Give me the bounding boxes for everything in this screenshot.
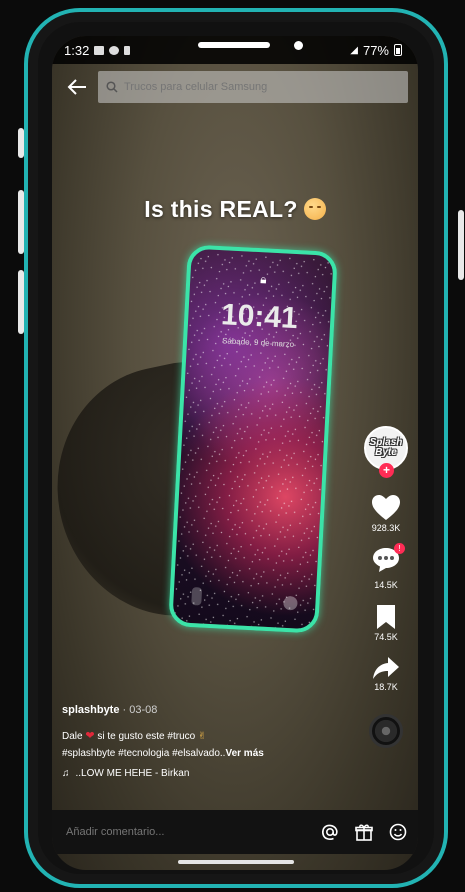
comment-input[interactable] bbox=[66, 826, 320, 838]
description-line: Dale ❤ si te gusto este #truco ✌ bbox=[62, 728, 362, 745]
gallery-icon bbox=[94, 45, 105, 55]
username[interactable]: splashbyte bbox=[62, 704, 119, 716]
action-rail: Splash Byte + 928.3K ! 14.5K 74.5K 18.7K bbox=[362, 426, 410, 748]
description-text: Dale bbox=[62, 731, 83, 742]
post-info: splashbyte · 03-08 Dale ❤ si te gusto es… bbox=[62, 704, 362, 779]
music-title: ..LOW ME HEHE - Birkan bbox=[75, 768, 190, 779]
like-count: 928.3K bbox=[371, 523, 401, 533]
whatsapp-icon bbox=[109, 45, 120, 55]
comment-count: 14.5K bbox=[374, 580, 398, 590]
red-heart-emoji-icon: ❤ bbox=[85, 730, 95, 742]
mention-icon[interactable] bbox=[320, 822, 340, 842]
description-line: #splashbyte #tecnologia #elsalvado..Ver … bbox=[62, 745, 362, 762]
save-button[interactable]: 74.5K bbox=[374, 604, 398, 642]
lock-icon: 🔒︎ bbox=[259, 272, 267, 287]
device-side-button bbox=[458, 210, 464, 280]
device-side-button bbox=[18, 128, 24, 158]
avatar-logo-text: Splash Byte bbox=[370, 438, 403, 458]
share-count: 18.7K bbox=[374, 682, 398, 692]
heart-icon bbox=[372, 495, 400, 520]
emoji-icon[interactable] bbox=[388, 822, 408, 842]
comment-icon-wrap: ! bbox=[372, 543, 405, 578]
back-arrow-icon[interactable] bbox=[62, 72, 92, 102]
notification-icon bbox=[124, 45, 131, 55]
avatar-text-line: Byte bbox=[375, 447, 397, 458]
comment-button[interactable]: ! 14.5K bbox=[372, 543, 405, 590]
video-phone-image: 🔒︎ 10:41 Sábado, 9 de marzo bbox=[168, 244, 338, 634]
search-header bbox=[52, 70, 418, 104]
music-line[interactable]: ♫ ..LOW ME HEHE - Birkan bbox=[62, 768, 362, 779]
home-indicator[interactable] bbox=[178, 860, 294, 864]
follow-plus-button[interactable]: + bbox=[379, 463, 394, 478]
creator-avatar[interactable]: Splash Byte + bbox=[364, 426, 408, 478]
see-more-link[interactable]: Ver más bbox=[225, 748, 263, 759]
flashlight-icon bbox=[191, 587, 203, 606]
device-side-button bbox=[18, 270, 24, 334]
status-bar: 1:32 ◢ 77% bbox=[52, 36, 418, 64]
like-button[interactable]: 928.3K bbox=[371, 494, 401, 533]
comment-badge: ! bbox=[394, 543, 405, 554]
bookmark-icon bbox=[377, 605, 395, 629]
status-time: 1:32 bbox=[64, 42, 90, 58]
caption-text: Is this REAL? bbox=[144, 196, 298, 222]
front-camera bbox=[294, 41, 303, 50]
hand-emoji-icon: ✌ bbox=[197, 731, 207, 742]
music-disc-icon[interactable] bbox=[369, 714, 403, 748]
device-side-button bbox=[18, 190, 24, 254]
battery-icon bbox=[394, 44, 402, 56]
search-icon bbox=[106, 81, 118, 93]
signal-icon: ◢ bbox=[350, 44, 358, 56]
post-date: · 03-08 bbox=[122, 704, 158, 716]
comment-bar-icons bbox=[320, 822, 408, 842]
speaker-pill bbox=[198, 42, 270, 48]
search-input[interactable] bbox=[124, 81, 400, 93]
battery-percent: 77% bbox=[362, 42, 389, 58]
app-screen: 1:32 ◢ 77% Is this REAL? 🔒︎ 10:41 Sábado… bbox=[52, 36, 418, 870]
hashtags[interactable]: #splashbyte #tecnologia #elsalvado.. bbox=[62, 748, 225, 759]
search-bar[interactable] bbox=[98, 71, 408, 103]
flushed-face-emoji-icon bbox=[303, 198, 326, 220]
music-note-icon: ♫ bbox=[62, 768, 70, 779]
gift-icon[interactable] bbox=[354, 822, 374, 842]
post-description: Dale ❤ si te gusto este #truco ✌ #splash… bbox=[62, 728, 362, 762]
share-arrow-icon bbox=[373, 657, 399, 679]
description-text: si te gusto este #truco bbox=[97, 731, 196, 742]
save-count: 74.5K bbox=[374, 632, 398, 642]
video-caption: Is this REAL? bbox=[52, 196, 418, 223]
comment-bar bbox=[52, 810, 418, 854]
user-line: splashbyte · 03-08 bbox=[62, 704, 362, 716]
share-button[interactable]: 18.7K bbox=[372, 656, 400, 692]
